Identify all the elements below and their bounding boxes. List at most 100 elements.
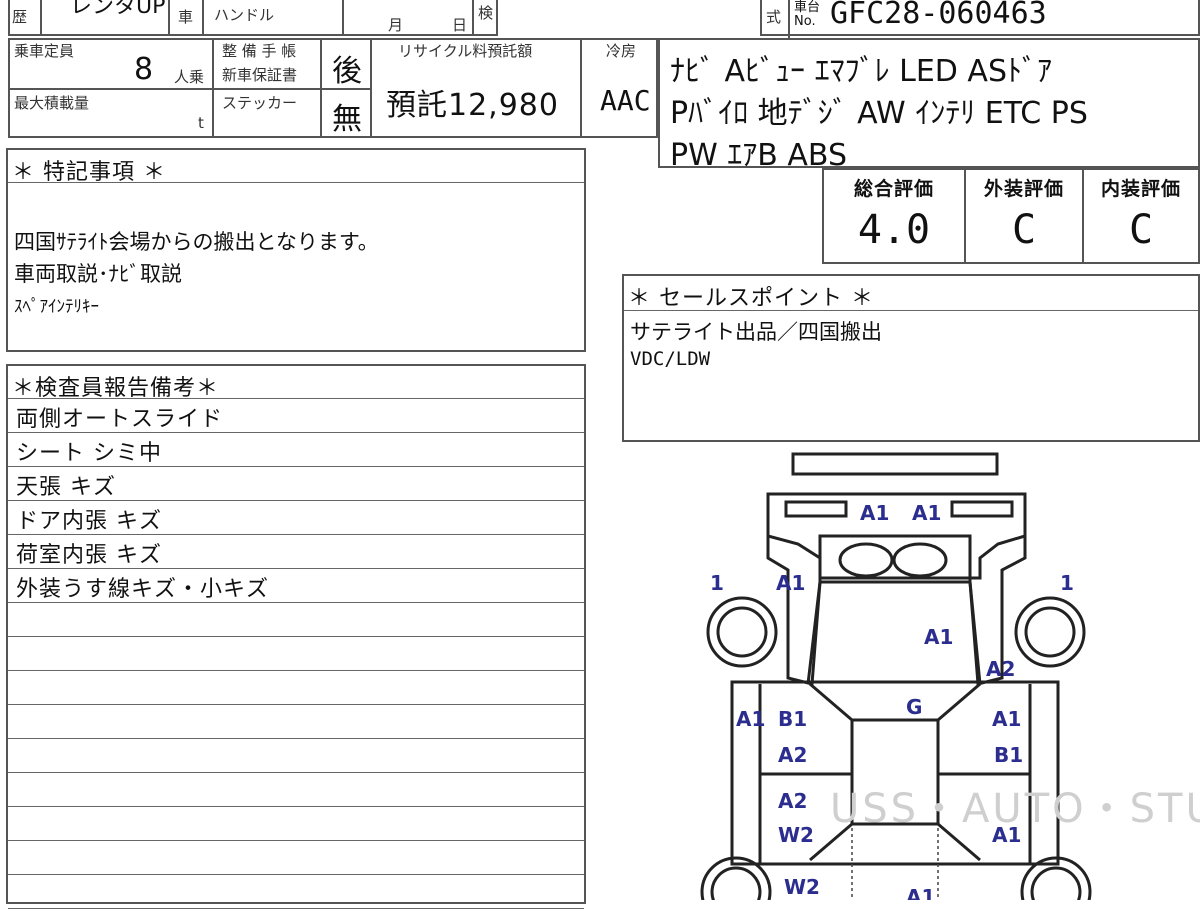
overall-grade-cell: 総合評価 4.0 bbox=[824, 170, 964, 262]
ken-cell: 検 bbox=[472, 0, 500, 34]
aircon-value: AAC bbox=[600, 84, 651, 117]
sales-points-title: ＊ セールスポイント ＊ bbox=[628, 286, 874, 311]
header-row: 歴 レンタUP 車 ハンドル 月 日 検 bbox=[8, 0, 498, 36]
max-load-unit: t bbox=[198, 114, 204, 132]
report-row-divider bbox=[8, 670, 584, 671]
sales-points-box: ＊ セールスポイント ＊ サテライト出品／四国搬出 VDC/LDW bbox=[622, 274, 1200, 442]
warranty-value: 後 bbox=[332, 54, 362, 89]
report-row-divider bbox=[8, 398, 584, 399]
spec-table: 乗車定員 8 人乗 最大積載量 t 整 備 手 帳 新車保証書 後 ステッカー … bbox=[8, 38, 658, 138]
mark-right-front-door-2: B1 bbox=[994, 743, 1023, 767]
report-row-divider bbox=[8, 636, 584, 637]
shiki-label: 式 bbox=[766, 8, 782, 26]
equipment-line-3: PW ｴｱB ABS bbox=[670, 138, 848, 173]
headlight-right bbox=[950, 500, 1014, 518]
sticker-value-cell: 無 bbox=[320, 90, 372, 137]
mark-roof: G bbox=[906, 695, 922, 719]
report-row-divider bbox=[8, 568, 584, 569]
report-row: 両側オートスライド bbox=[16, 407, 224, 432]
mark-rear-center: A1 bbox=[906, 885, 935, 900]
front-right-wheel-hub bbox=[1024, 606, 1076, 658]
sticker-cell: ステッカー bbox=[214, 90, 320, 136]
interior-grade-label: 内装評価 bbox=[1100, 178, 1181, 200]
special-notes-divider bbox=[8, 182, 584, 183]
vehicle-damage-diagram: USS・AUTO・STUDIO・PRO A1 A1 1 1 A1 A1 A2 A… bbox=[700, 452, 1200, 900]
report-row-divider bbox=[8, 874, 584, 875]
mark-right-rear-door: A1 bbox=[992, 823, 1021, 847]
report-row-divider bbox=[8, 602, 584, 603]
headlight-left bbox=[784, 500, 848, 518]
mark-left-front-door-2: B1 bbox=[778, 707, 807, 731]
front-bumper bbox=[791, 452, 999, 476]
mark-left-rear-door-2: W2 bbox=[778, 823, 814, 847]
capacity-unit: 人乗 bbox=[174, 68, 205, 86]
report-row-divider bbox=[8, 432, 584, 433]
report-row-divider bbox=[8, 772, 584, 773]
sales-points-line-2: VDC/LDW bbox=[630, 348, 711, 370]
capacity-value: 8 bbox=[134, 52, 154, 87]
ken-label: 検 bbox=[478, 4, 494, 22]
aircon-cell: 冷房 AAC bbox=[582, 40, 658, 136]
special-notes-line-1: 四国ｻﾃﾗｲﾄ会場からの搬出となります。 bbox=[14, 230, 379, 254]
sticker-value: 無 bbox=[332, 102, 362, 137]
front-left-wheel-hub bbox=[716, 606, 768, 658]
equipment-line-1: ﾅﾋﾞ Aﾋﾞｭｰ ｴﾏﾌﾞﾚ LED ASﾄﾞｱ bbox=[670, 54, 1053, 89]
mark-front-left-wheel: 1 bbox=[710, 571, 724, 595]
mark-left-front-door-3: A2 bbox=[778, 743, 807, 767]
left-fender bbox=[766, 536, 822, 686]
interior-grade-cell: 内装評価 C bbox=[1082, 170, 1198, 262]
sticker-label: ステッカー bbox=[222, 94, 298, 112]
special-notes-line-3: ｽﾍﾟｱｲﾝﾃﾘｷｰ bbox=[14, 297, 99, 317]
handle-label: ハンドル bbox=[214, 6, 275, 24]
mark-top-left: A1 bbox=[860, 501, 889, 525]
inspector-report-box: ＊検査員報告備考＊ 両側オートスライド シート シミ中 天張 キズ ドア内張 キズ 荷室… bbox=[6, 364, 586, 909]
handle-cell: ハンドル bbox=[202, 0, 344, 34]
warranty-value-cell: 後 bbox=[320, 40, 372, 90]
report-row: 外装うす線キズ・小キズ bbox=[16, 577, 270, 602]
mark-top-right: A1 bbox=[912, 501, 941, 525]
warranty-cell: 整 備 手 帳 新車保証書 bbox=[214, 40, 320, 90]
fog-lamp-right bbox=[892, 542, 948, 578]
max-load-cell: 最大積載量 t bbox=[10, 90, 214, 136]
interior-grade-value: C bbox=[1128, 207, 1154, 253]
aircon-label: 冷房 bbox=[606, 42, 637, 60]
equipment-box: ﾅﾋﾞ Aﾋﾞｭｰ ｴﾏﾌﾞﾚ LED ASﾄﾞｱ Pﾊﾞｲﾛ 地ﾃﾞｼﾞ AW… bbox=[658, 38, 1200, 173]
rear-right-wheel-hub bbox=[1030, 866, 1082, 900]
mark-left-front-door-1: A1 bbox=[736, 707, 765, 731]
equipment-line-2: Pﾊﾞｲﾛ 地ﾃﾞｼﾞ AW ｲﾝﾃﾘ ETC PS bbox=[670, 96, 1088, 131]
recycle-cell: リサイクル料預託額 預託12,980 bbox=[372, 40, 582, 136]
sha-label: 車 bbox=[178, 8, 194, 26]
recycle-label: リサイクル料預託額 bbox=[398, 42, 533, 60]
report-row: 荷室内張 キズ bbox=[16, 543, 162, 568]
reki-label: 歴 bbox=[12, 8, 28, 26]
month-label: 月 bbox=[388, 16, 404, 34]
fog-lamp-left bbox=[838, 542, 894, 578]
report-row-divider bbox=[8, 534, 584, 535]
model-name: レンタUP bbox=[70, 0, 166, 19]
report-row-divider bbox=[8, 466, 584, 467]
report-row-divider bbox=[8, 500, 584, 501]
report-row-divider bbox=[8, 738, 584, 739]
sales-points-divider bbox=[624, 310, 1198, 311]
exterior-grade-value: C bbox=[1011, 207, 1037, 253]
warranty-label-2: 新車保証書 bbox=[222, 66, 298, 84]
report-row: ドア内張 キズ bbox=[16, 509, 162, 534]
warranty-label-1: 整 備 手 帳 bbox=[222, 42, 297, 60]
capacity-label: 乗車定員 bbox=[14, 42, 75, 60]
chassis-divider bbox=[788, 0, 790, 38]
max-load-label: 最大積載量 bbox=[14, 94, 90, 112]
special-notes-box: ＊ 特記事項 ＊ 四国ｻﾃﾗｲﾄ会場からの搬出となります。 車両取説･ﾅﾋﾞ取説… bbox=[6, 148, 586, 352]
mark-front-right-fender: A2 bbox=[986, 657, 1015, 681]
day-label: 日 bbox=[452, 16, 468, 34]
capacity-cell: 乗車定員 8 人乗 bbox=[10, 40, 214, 90]
mark-left-rear-quarter: W2 bbox=[784, 875, 820, 899]
mark-hood: A1 bbox=[924, 625, 953, 649]
chassis-label-top: 車台 bbox=[794, 0, 821, 15]
grades-box: 総合評価 4.0 外装評価 C 内装評価 C bbox=[822, 168, 1200, 264]
report-row-divider bbox=[8, 806, 584, 807]
mark-left-rear-door-1: A2 bbox=[778, 789, 807, 813]
recycle-value: 預託12,980 bbox=[386, 88, 559, 123]
chassis-cell: 式 車台 No. GFC28-060463 bbox=[760, 0, 1200, 38]
mark-front-left-fender: A1 bbox=[776, 571, 805, 595]
report-row: 天張 キズ bbox=[16, 475, 116, 500]
